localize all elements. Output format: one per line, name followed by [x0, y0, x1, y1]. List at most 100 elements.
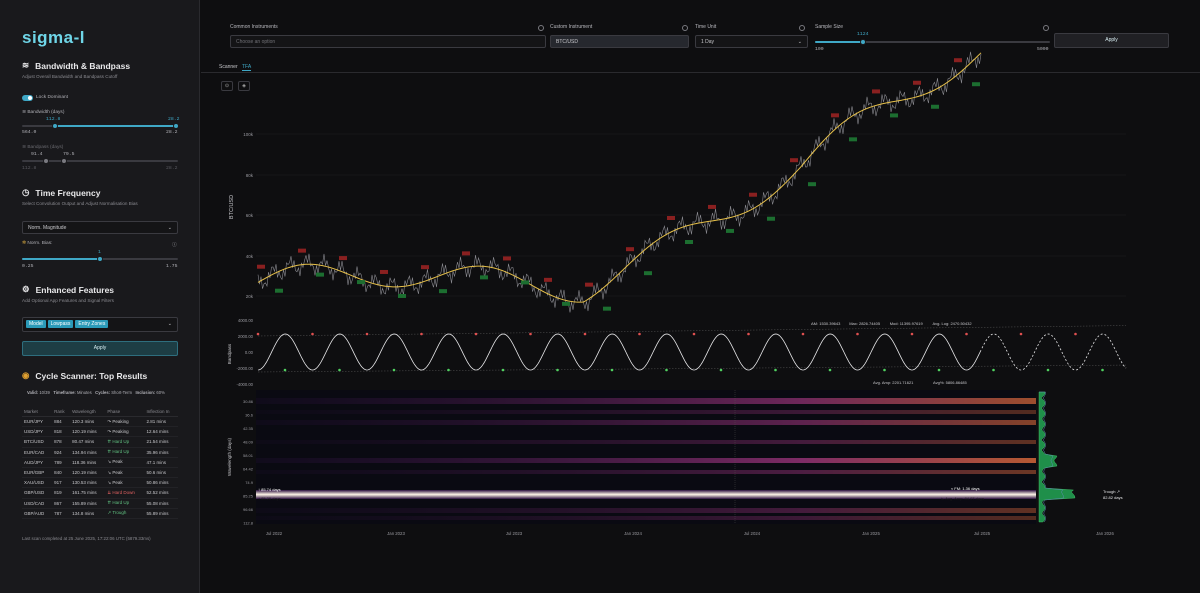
- y-tick-label: 100k: [243, 132, 254, 137]
- spec-stats: Avg. Amp: 2201.71621 Avg%: 5806.86485: [873, 380, 968, 385]
- table-cell: GBP/USD: [22, 487, 53, 499]
- feature-tag[interactable]: Lowpass: [47, 320, 74, 328]
- spec-tick-label: 36.6: [245, 413, 254, 418]
- wavelength-histogram: [1038, 391, 1076, 523]
- bandwidth-handle-high[interactable]: [173, 123, 179, 129]
- sun-icon: ✲: [22, 241, 27, 246]
- tfa-chart[interactable]: BTC/USD 100k 80k 60k 40k 20k AM: 1530.39643 M…: [201, 0, 1200, 593]
- table-cell: XAU/USD: [22, 477, 53, 489]
- trough-marker: [849, 137, 857, 142]
- spec-label: ⊾ Avg. Amp: 84.07 days: [941, 496, 984, 501]
- spectral-band: [256, 508, 1036, 513]
- table-row[interactable]: AUD/JPY 789 118.36 mins ↘ Peak 47.1 mins: [22, 457, 178, 468]
- bandwidth-handle-low[interactable]: [52, 123, 58, 129]
- x-axis-ticks: Jul 2022 Jan 2023 Jul 2023 Jan 2024 Jul 2024…: [266, 531, 1115, 536]
- apply-features-button[interactable]: Apply: [22, 341, 178, 356]
- features-multiselect[interactable]: Model Lowpass Entry Zones ⌄: [22, 317, 178, 332]
- bandpass-high: 79.5: [63, 152, 75, 157]
- table-row[interactable]: EUR/CAD 924 134.94 mins ⇈ Hard Up 35.96 mins: [22, 447, 178, 458]
- norm-select[interactable]: Norm. Magnitude ⌄: [22, 221, 178, 234]
- feature-tag[interactable]: Model: [26, 320, 46, 328]
- bandwidth-max-value: 28.2: [168, 117, 180, 122]
- col-header[interactable]: Rank: [52, 407, 71, 417]
- bandpass-label: ≋ Bandpass (days): [22, 145, 64, 150]
- bandwidth-range: [55, 125, 175, 127]
- spectral-band: [256, 410, 1036, 414]
- table-cell: ↘ Peak: [105, 477, 145, 489]
- table-cell: 917: [52, 477, 71, 489]
- osc-trough-marker: [937, 368, 941, 372]
- trough-marker: [398, 293, 406, 298]
- osc-trough-marker: [719, 368, 723, 372]
- peak-marker: [298, 248, 306, 253]
- table-row[interactable]: BTC/USD 878 80.47 mins ⇈ Hard Up 21.54 mins: [22, 436, 178, 448]
- col-header[interactable]: Inflection In: [144, 407, 178, 417]
- col-header[interactable]: Wavelength: [70, 407, 106, 417]
- table-row[interactable]: USD/CAD 867 155.89 mins ⇈ Hard Up 55.08 mins: [22, 498, 178, 509]
- bandpass-handle-low[interactable]: [43, 158, 49, 164]
- peak-marker: [503, 256, 511, 261]
- trough-marker: [439, 289, 447, 294]
- table-row[interactable]: USD/JPY 818 120.19 mins ↷ Peaking 12.64 mins: [22, 426, 178, 438]
- trough-marker: [521, 280, 529, 285]
- table-cell: 21.54 mins: [144, 436, 178, 448]
- table-cell: 52.52 mins: [144, 487, 178, 499]
- bandwidth-max: 28.2: [166, 130, 178, 135]
- y-tick-label: 40k: [246, 254, 254, 259]
- osc-stats: AM: 1530.39643 Max: 2826.74405 Mod: 11395.…: [811, 321, 972, 326]
- table-cell: 134.8 mins: [70, 508, 106, 519]
- osc-trough-marker: [1101, 368, 1104, 372]
- app-logo: sigma-l: [22, 28, 86, 47]
- trough-marker: [357, 280, 365, 285]
- norm-bias-max: 1.75: [166, 264, 178, 269]
- bandwidth-subtitle: Adjust Overall Bandwidth and Bandpass Cu…: [22, 74, 118, 79]
- spec-label: Trough ↗: [1103, 489, 1120, 494]
- feature-tag[interactable]: Entry Zones: [75, 320, 109, 328]
- table-cell: ⇈ Hard Up: [105, 447, 145, 458]
- osc-stat: Mod: 11395.97619: [890, 321, 924, 326]
- spec-tick-label: 64.42: [243, 467, 254, 472]
- osc-peak-marker: [420, 332, 423, 336]
- bandpass-projection: [981, 333, 1127, 371]
- osc-tick-label: 0.00: [245, 350, 254, 355]
- price-axis-label: BTC/USD: [229, 195, 235, 219]
- osc-stat: AM: 1530.39643: [811, 321, 841, 326]
- peak-marker: [544, 277, 552, 282]
- info-icon[interactable]: ⓘ: [172, 241, 177, 248]
- x-tick-label: Jan 2024: [624, 531, 642, 536]
- trough-marker: [890, 113, 898, 118]
- bandpass-handle-high[interactable]: [61, 158, 67, 164]
- table-row[interactable]: GBP/AUD 787 134.8 mins ↗ Trough 55.89 mins: [22, 508, 178, 519]
- table-row[interactable]: EUR/GBP 840 120.19 mins ↘ Peak 50.6 mins: [22, 467, 178, 479]
- spectral-band: [256, 458, 1036, 463]
- table-cell: 80.47 mins: [70, 436, 106, 448]
- peak-marker: [462, 251, 470, 256]
- peak-marker: [339, 256, 347, 261]
- peak-marker: [626, 247, 634, 252]
- spectral-band: [256, 516, 1036, 520]
- clock-icon: ◷: [22, 187, 30, 197]
- table-cell: ⇈ Hard Up: [105, 436, 145, 448]
- peak-marker: [585, 282, 593, 287]
- table-cell: AUD/JPY: [22, 457, 53, 468]
- osc-trough-marker: [392, 368, 396, 372]
- col-header[interactable]: Phase: [105, 407, 145, 417]
- table-cell: 50.6 mins: [144, 467, 178, 479]
- bandwidth-label: ≋ Bandwidth (days): [22, 110, 65, 115]
- table-cell: 161.75 mins: [70, 487, 106, 499]
- table-row[interactable]: EUR/JPY 884 120.3 mins ↷ Peaking 2.81 mins: [22, 416, 178, 428]
- osc-trough-marker: [883, 368, 886, 372]
- table-row[interactable]: XAU/USD 917 130.53 mins ↘ Peak 50.86 mins: [22, 477, 178, 489]
- lock-dominant-toggle[interactable]: [22, 95, 33, 101]
- bandwidth-title: ≋ Bandwidth & Bandpass: [22, 60, 131, 71]
- y-tick-label: 60k: [246, 213, 254, 218]
- norm-bias-handle[interactable]: [97, 256, 103, 262]
- table-row[interactable]: GBP/USD 819 161.75 mins ⇊ Hard Down 52.52 mi…: [22, 487, 178, 499]
- osc-peak-marker: [583, 332, 587, 336]
- peak-marker: [380, 269, 388, 274]
- col-header[interactable]: Market: [22, 407, 53, 417]
- trough-marker: [275, 288, 283, 293]
- table-cell: ↗ Trough: [105, 508, 145, 519]
- spec-axis-label: Wavelength (days): [227, 437, 232, 476]
- time-frequency-title: ◷ Time Frequency: [22, 187, 101, 198]
